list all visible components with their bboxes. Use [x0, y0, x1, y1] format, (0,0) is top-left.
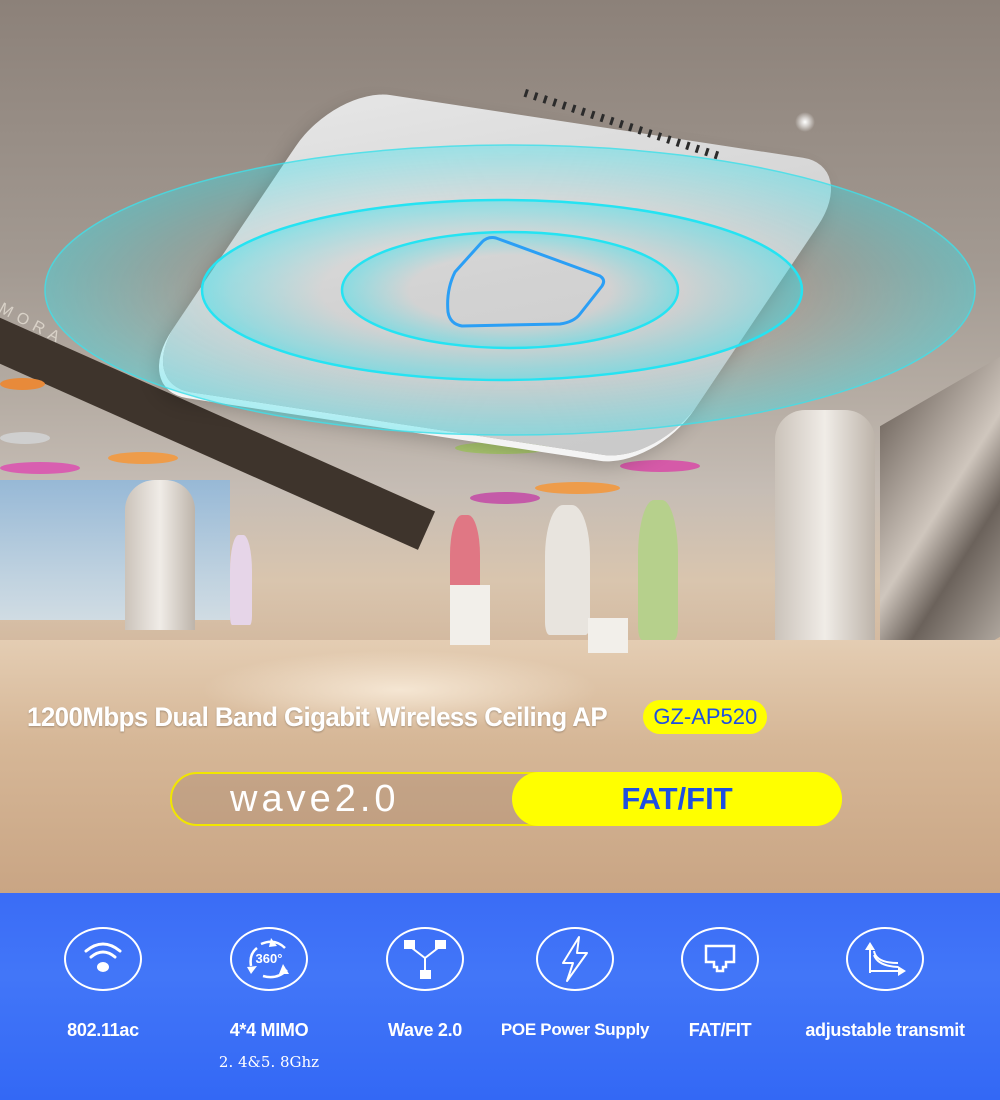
feature-label: POE Power Supply [500, 1020, 650, 1039]
product-headline: 1200Mbps Dual Band Gigabit Wireless Ceil… [27, 700, 768, 734]
feature-strip: 802.11ac 360° 4*4 MIMO 2. 4&5. 8Ghz Wave… [0, 893, 1000, 1100]
feature-label: adjustable transmit [805, 1020, 965, 1040]
feature-icon-ring [846, 927, 924, 991]
feature-icon-ring [681, 927, 759, 991]
ceiling-light [535, 482, 620, 494]
wave-label: wave2.0 [230, 778, 400, 820]
signal-ring-inner [340, 230, 680, 350]
model-badge: GZ-AP520 [643, 700, 768, 734]
feature-pill: wave2.0 FAT/FIT [170, 772, 842, 826]
transmit-curve-icon [865, 942, 906, 976]
feature-label: 802.11ac [67, 1020, 139, 1040]
ceiling-light [0, 462, 80, 474]
mannequin [545, 505, 590, 635]
feature-icon-ring [536, 927, 614, 991]
display-stand [450, 585, 490, 645]
ceiling-spotlight [795, 112, 815, 132]
network-topology-icon [404, 940, 446, 979]
wifi-icon [84, 942, 122, 972]
feature-label: Wave 2.0 [388, 1020, 462, 1040]
feature-icon-ring: 360° [230, 927, 308, 991]
mall-window [0, 480, 230, 620]
hero-banner: MORA 1200Mbps Dual Band Gigabit Wireless… [0, 0, 1000, 893]
feature-icon-ring [386, 927, 464, 991]
feature-sublabel: 2. 4&5. 8Ghz [218, 1053, 320, 1071]
fat-fit-label: FAT/FIT [512, 772, 842, 826]
ceiling-light [470, 492, 540, 504]
product-title: 1200Mbps Dual Band Gigabit Wireless Ceil… [27, 701, 608, 732]
mannequin [638, 500, 678, 640]
feature-label: 4*4 MIMO [229, 1020, 309, 1040]
svg-text:360°: 360° [256, 951, 283, 966]
ethernet-port-icon [704, 944, 736, 973]
lightning-icon [562, 936, 588, 982]
feature-icon-ring [64, 927, 142, 991]
rotate-360-icon: 360° [247, 938, 289, 979]
wifi-signal-rings [44, 144, 976, 436]
mall-pillar [125, 480, 195, 630]
ceiling-light [620, 460, 700, 472]
feature-label: FAT/FIT [688, 1020, 752, 1040]
display-stand [588, 618, 628, 653]
mannequin [230, 535, 252, 625]
